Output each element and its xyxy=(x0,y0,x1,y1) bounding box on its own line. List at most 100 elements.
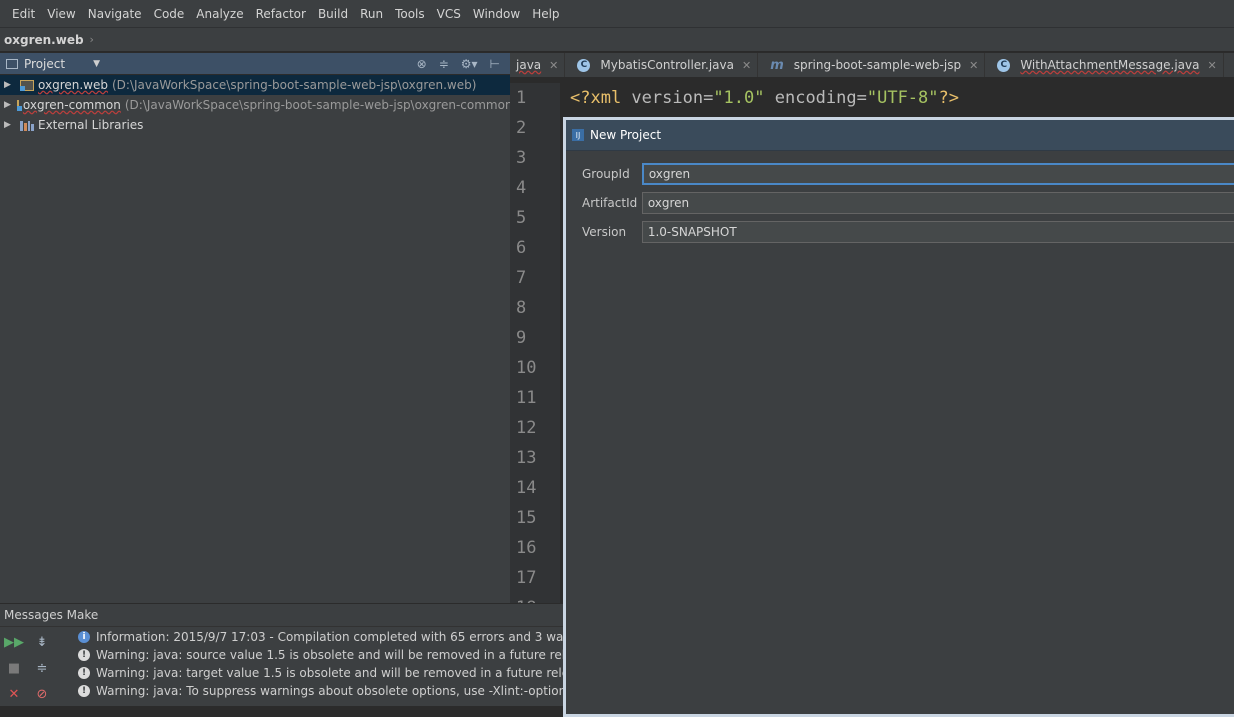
close-icon[interactable]: ✕ xyxy=(969,59,978,72)
stop-icon[interactable]: ■ xyxy=(6,660,22,676)
sync-icon[interactable]: ⊗ xyxy=(417,57,427,71)
artifactid-input[interactable] xyxy=(641,191,1234,214)
expand-arrow-icon[interactable]: ▶ xyxy=(4,100,11,110)
line-number: 5 xyxy=(516,208,527,228)
line-number: 2 xyxy=(516,118,527,138)
collapse-all-icon[interactable]: ≑ xyxy=(34,660,50,676)
editor-tab[interactable]: IJ oxgren xyxy=(1224,53,1234,77)
project-view-selector[interactable]: Project xyxy=(24,57,65,71)
library-icon xyxy=(20,120,34,131)
line-number: 7 xyxy=(516,268,527,288)
message-item[interactable]: ! Warning: java: target value 1.5 is obs… xyxy=(78,664,563,682)
version-input[interactable] xyxy=(641,220,1234,243)
xml-attribute: encoding= xyxy=(764,88,867,108)
message-item[interactable]: ! Warning: java: source value 1.5 is obs… xyxy=(78,646,563,664)
line-number: 18 xyxy=(510,593,560,603)
tree-item-oxgren-web[interactable]: ▶ oxgren.web (D:\JavaWorkSpace\spring-bo… xyxy=(0,75,510,95)
warning-icon: ! xyxy=(78,649,90,661)
rerun-icon[interactable]: ▶▶ xyxy=(4,634,24,650)
menu-edit[interactable]: Edit xyxy=(6,7,41,21)
chevron-right-icon: › xyxy=(89,33,94,46)
xml-attribute: version= xyxy=(631,88,714,108)
groupid-row: GroupId xyxy=(566,159,1234,188)
menu-code[interactable]: Code xyxy=(148,7,191,21)
expand-arrow-icon[interactable]: ▶ xyxy=(4,120,14,130)
module-name: oxgren-common xyxy=(22,98,121,112)
line-number: 1 xyxy=(516,88,527,108)
class-icon: C xyxy=(997,58,1011,72)
expand-all-icon[interactable]: ⇟ xyxy=(34,634,50,650)
version-label: Version xyxy=(582,224,627,239)
menu-build[interactable]: Build xyxy=(312,7,354,21)
line-number: 8 xyxy=(516,298,527,318)
menu-refactor[interactable]: Refactor xyxy=(250,7,312,21)
project-panel-header: Project ▼ ⊗ ≑ ⚙▾ ⊢ xyxy=(0,53,510,75)
menu-help[interactable]: Help xyxy=(526,7,565,21)
expand-arrow-icon[interactable]: ▶ xyxy=(4,80,14,90)
line-number: 13 xyxy=(516,448,537,468)
tab-label: MybatisController.java xyxy=(600,58,734,72)
message-item[interactable]: i Information: 2015/9/7 17:03 - Compilat… xyxy=(78,628,563,646)
code-editor[interactable]: <?xml version="1.0" encoding="UTF-8"?> xyxy=(560,83,1234,115)
code-line: <?xml version="1.0" encoding="UTF-8"?> xyxy=(560,83,1234,113)
messages-panel-title: Messages Make xyxy=(0,604,563,627)
close-icon[interactable]: ✕ xyxy=(1207,59,1216,72)
xml-value: "UTF-8" xyxy=(866,88,939,108)
module-path: (D:\JavaWorkSpace\spring-boot-sample-web… xyxy=(124,98,518,112)
messages-toolbar: ▶▶ ⇟ ■ ≑ ✕ ⊘ xyxy=(0,626,60,706)
dialog-title-bar[interactable]: IJ New Project xyxy=(566,120,1234,151)
gear-icon[interactable]: ⚙▾ xyxy=(461,57,478,71)
line-number: 17 xyxy=(516,568,537,588)
line-number: 3 xyxy=(516,148,527,168)
xml-tag-close: ?> xyxy=(938,88,959,108)
tab-label: WithAttachmentMessage.java xyxy=(1020,58,1200,72)
message-text: Warning: java: source value 1.5 is obsol… xyxy=(96,648,563,662)
intellij-icon: IJ xyxy=(572,129,584,141)
filter-errors-icon[interactable]: ⊘ xyxy=(34,686,50,702)
xml-value: "1.0" xyxy=(713,88,765,108)
tree-item-external-libraries[interactable]: ▶ External Libraries xyxy=(0,115,510,135)
editor-tab[interactable]: C WithAttachmentMessage.java ✕ xyxy=(985,53,1224,77)
menu-view[interactable]: View xyxy=(41,7,81,21)
groupid-label: GroupId xyxy=(582,166,630,181)
warning-icon: ! xyxy=(78,685,90,697)
version-row: Version xyxy=(566,217,1234,246)
editor-tab[interactable]: m spring-boot-sample-web-jsp ✕ xyxy=(758,53,986,77)
line-number: 4 xyxy=(516,178,527,198)
menu-tools[interactable]: Tools xyxy=(389,7,431,21)
close-icon[interactable]: ✕ xyxy=(742,59,751,72)
close-icon[interactable]: ✕ xyxy=(6,686,22,702)
class-icon: C xyxy=(577,58,591,72)
line-number: 11 xyxy=(516,388,537,408)
editor-gutter: 1 2 3 4 5 6 7 8 9 10 11 12 13 14 15 16 1… xyxy=(510,83,560,603)
editor-tab[interactable]: java ✕ xyxy=(510,53,566,77)
message-text: Information: 2015/9/7 17:03 - Compilatio… xyxy=(96,630,563,644)
menu-analyze[interactable]: Analyze xyxy=(190,7,249,21)
message-text: Warning: java: To suppress warnings abou… xyxy=(96,684,563,698)
close-icon[interactable]: ✕ xyxy=(549,59,558,72)
message-item[interactable]: ! Warning: java: To suppress warnings ab… xyxy=(78,682,563,700)
messages-panel: Messages Make ▶▶ ⇟ ■ ≑ ✕ ⊘ i Information… xyxy=(0,603,563,706)
groupid-input[interactable] xyxy=(641,162,1234,185)
menu-run[interactable]: Run xyxy=(354,7,389,21)
menu-vcs[interactable]: VCS xyxy=(431,7,467,21)
menu-navigate[interactable]: Navigate xyxy=(82,7,148,21)
info-icon: i xyxy=(78,631,90,643)
message-text: Warning: java: target value 1.5 is obsol… xyxy=(96,666,563,680)
editor-tab[interactable]: C MybatisController.java ✕ xyxy=(565,53,759,77)
line-number: 12 xyxy=(516,418,537,438)
module-name: External Libraries xyxy=(38,118,144,132)
hide-panel-icon[interactable]: ⊢ xyxy=(490,57,500,71)
menu-bar: Edit View Navigate Code Analyze Refactor… xyxy=(0,0,1234,28)
line-number: 15 xyxy=(516,508,537,528)
module-path: (D:\JavaWorkSpace\spring-boot-sample-web… xyxy=(111,78,477,92)
breadcrumb[interactable]: oxgren.web xyxy=(4,33,84,47)
collapse-all-icon[interactable]: ≑ xyxy=(439,57,449,71)
chevron-down-icon[interactable]: ▼ xyxy=(93,59,100,69)
menu-window[interactable]: Window xyxy=(467,7,526,21)
messages-list: i Information: 2015/9/7 17:03 - Compilat… xyxy=(78,628,563,706)
line-number: 14 xyxy=(516,478,537,498)
new-project-dialog: IJ New Project GroupId ArtifactId Versio… xyxy=(563,117,1234,717)
tree-item-oxgren-common[interactable]: ▶ oxgren-common (D:\JavaWorkSpace\spring… xyxy=(0,95,517,115)
navigation-bar: oxgren.web › xyxy=(0,28,1234,52)
